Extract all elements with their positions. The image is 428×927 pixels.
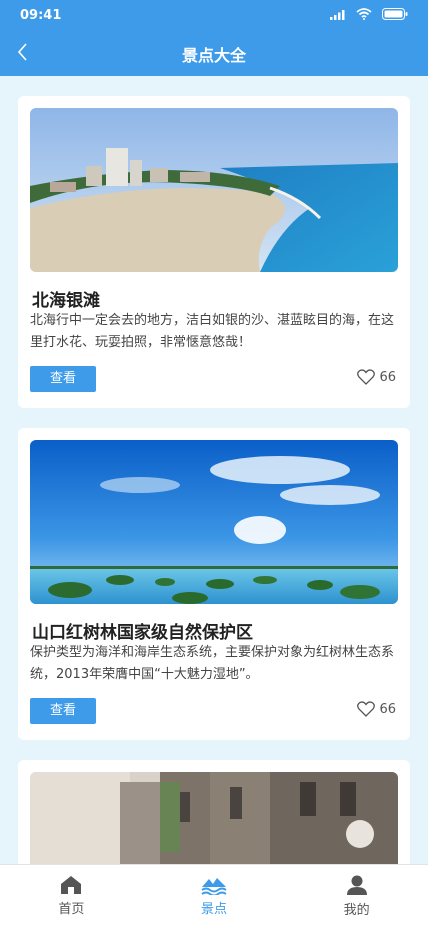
page-title: 景点大全 bbox=[181, 46, 246, 65]
spot-card: 山口红树林国家级自然保护区 保护类型为海洋和海岸生态系统，主要保护对象为红树林生… bbox=[18, 428, 410, 740]
status-bar: 09:41 bbox=[0, 0, 428, 30]
wifi-icon bbox=[356, 8, 372, 20]
scenery-icon bbox=[201, 878, 227, 895]
spot-card: 北海银滩 北海行中一定会去的地方，洁白如银的沙、湛蓝眩目的海，在这里打水花、玩耍… bbox=[18, 96, 410, 408]
view-button[interactable]: 查看 bbox=[30, 366, 96, 392]
view-button[interactable]: 查看 bbox=[30, 698, 96, 724]
tab-bar: 首页 景点 我的 bbox=[0, 864, 428, 927]
tab-scenery[interactable]: 景点 bbox=[143, 865, 286, 927]
user-icon bbox=[346, 875, 367, 895]
heart-icon bbox=[357, 369, 376, 385]
tab-home[interactable]: 首页 bbox=[0, 865, 143, 927]
spot-photo[interactable] bbox=[30, 440, 398, 604]
tab-mine-label: 我的 bbox=[343, 903, 370, 918]
battery-icon bbox=[382, 8, 408, 20]
spot-photo[interactable] bbox=[30, 108, 398, 272]
spot-photo[interactable] bbox=[30, 772, 398, 864]
heart-icon bbox=[357, 701, 376, 717]
spot-name: 北海银滩 bbox=[32, 291, 100, 311]
like-button[interactable]: 66 bbox=[357, 701, 396, 717]
spot-description: 保护类型为海洋和海岸生态系统，主要保护对象为红树林生态系统，2013年荣膺中国“… bbox=[30, 645, 395, 682]
tab-scenery-label: 景点 bbox=[201, 902, 228, 917]
like-count: 66 bbox=[379, 701, 396, 717]
tab-mine[interactable]: 我的 bbox=[285, 865, 428, 927]
status-time: 09:41 bbox=[20, 8, 62, 23]
like-count: 66 bbox=[379, 369, 396, 385]
tab-home-label: 首页 bbox=[58, 902, 85, 917]
spot-description: 北海行中一定会去的地方，洁白如银的沙、湛蓝眩目的海，在这里打水花、玩耍拍照，非常… bbox=[30, 313, 395, 350]
home-icon bbox=[61, 876, 82, 894]
nav-bar: 景点大全 bbox=[0, 30, 428, 76]
spot-list[interactable]: 北海银滩 北海行中一定会去的地方，洁白如银的沙、湛蓝眩目的海，在这里打水花、玩耍… bbox=[0, 76, 428, 864]
signal-icon bbox=[330, 9, 345, 20]
spot-name: 山口红树林国家级自然保护区 bbox=[32, 623, 253, 643]
spot-card bbox=[18, 760, 410, 864]
like-button[interactable]: 66 bbox=[357, 369, 396, 385]
